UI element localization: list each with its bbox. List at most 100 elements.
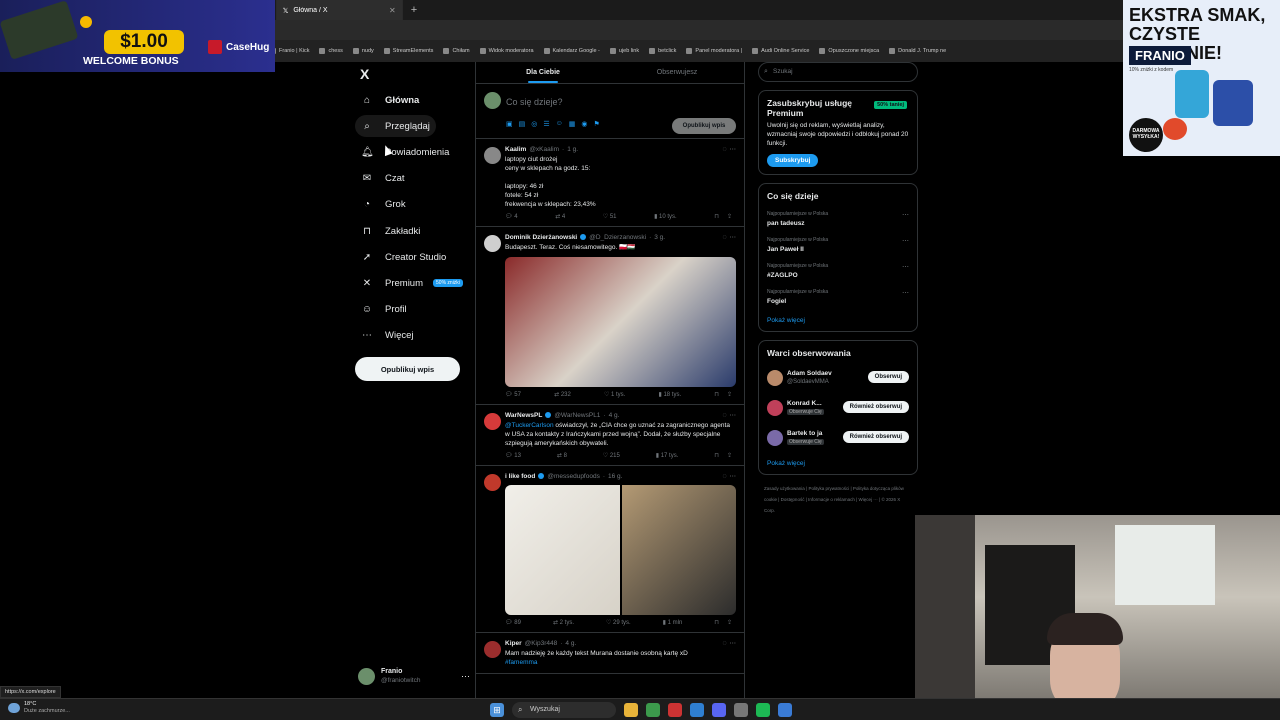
post-more-icon[interactable]: ⋯ <box>730 472 737 480</box>
emoji-icon[interactable]: ☺ <box>556 120 563 128</box>
post-time[interactable]: 16 g. <box>608 473 622 480</box>
grok-icon[interactable]: ◌ <box>722 640 726 647</box>
views-button[interactable]: ▮ 17 tys. <box>656 452 679 459</box>
repost-button[interactable]: ⇄ 8 <box>557 452 567 459</box>
trends-show-more-link[interactable]: Pokaż więcej <box>767 317 909 324</box>
trend-more-icon[interactable]: ⋯ <box>902 263 909 271</box>
like-button[interactable]: ♡ 1 tys. <box>604 391 625 398</box>
repost-button[interactable]: ⇄ 232 <box>554 391 571 398</box>
post-time[interactable]: 4 g. <box>609 412 620 419</box>
post-author-name[interactable]: Dominik Dzierżanowski <box>505 234 577 241</box>
share-icon[interactable]: ⇪ <box>727 452 732 459</box>
browser-tab[interactable]: 𝕏 Główna / X ✕ <box>276 0 403 20</box>
share-icon[interactable]: ⇪ <box>727 391 732 398</box>
post-author-name[interactable]: Kaalim <box>505 146 526 153</box>
trend-more-icon[interactable]: ⋯ <box>902 211 909 219</box>
chrome-icon[interactable] <box>646 703 660 717</box>
sidebar-item-x[interactable]: ✕ Premium 50% zniżki <box>355 272 469 294</box>
post-more-icon[interactable]: ⋯ <box>730 145 737 153</box>
follow-suggestion[interactable]: Bartek to ja Obserwuje Cię Również obserwu… <box>767 428 909 448</box>
app-icon[interactable] <box>690 703 704 717</box>
bookmark-icon[interactable]: ⊓ <box>714 213 719 220</box>
post-author-handle[interactable]: @D_Dzierzanowski <box>589 234 646 241</box>
app-icon[interactable] <box>668 703 682 717</box>
sidebar-item-home[interactable]: ⌂ Główna <box>355 89 425 111</box>
like-button[interactable]: ♡ 51 <box>603 213 617 220</box>
reply-button[interactable]: 💬︎ 13 <box>505 452 521 459</box>
bookmark-item[interactable]: Audi Online Service <box>752 48 809 54</box>
bookmark-item[interactable]: Kalendarz Google - <box>543 48 600 54</box>
post-author-handle[interactable]: @Kip3r448 <box>525 640 558 647</box>
x-logo-icon[interactable]: X <box>360 66 369 82</box>
post-author-name[interactable]: WarNewsPL <box>505 412 542 419</box>
like-button[interactable]: ♡ 215 <box>603 452 620 459</box>
follow-button[interactable]: Obserwuj <box>867 371 909 383</box>
bookmark-item[interactable]: Opuszczone miejsca <box>819 48 879 54</box>
bookmark-icon[interactable]: ⊓ <box>714 391 719 398</box>
reply-button[interactable]: 💬︎ 89 <box>505 619 521 626</box>
post-button[interactable]: Opublikuj wpis <box>355 357 460 381</box>
post-more-icon[interactable]: ⋯ <box>730 233 737 241</box>
flag-icon[interactable]: ⚑ <box>594 120 600 128</box>
avatar[interactable] <box>484 235 501 252</box>
gif-icon[interactable]: ▤ <box>519 120 526 128</box>
trend-item[interactable]: Najpopularniejsze w Polska pan tadeusz ⋯ <box>767 211 909 227</box>
post-media[interactable] <box>505 485 736 615</box>
bookmark-item[interactable]: Donald J. Trump ne <box>889 48 946 54</box>
poll-icon[interactable]: ☰ <box>543 120 549 128</box>
avatar[interactable] <box>767 430 783 446</box>
compose-post-button[interactable]: Opublikuj wpis <box>672 118 736 134</box>
bookmark-item[interactable]: ujeb link <box>609 48 639 54</box>
tab-for-you[interactable]: Dla Ciebie <box>476 62 610 83</box>
feed-post[interactable]: i like food @messedupfoods · 16 g. ◌ ⋯ 💬︎ 89 ⇄ … <box>476 466 744 633</box>
feed-post[interactable]: WarNewsPL @WarNewsPL1 · 4 g. ◌ ⋯ @TuckerCarlso… <box>476 405 744 466</box>
bookmark-icon[interactable]: ⊓ <box>714 452 719 459</box>
tab-following[interactable]: Obserwujesz <box>610 62 744 83</box>
follow-button[interactable]: Również obserwuj <box>842 431 909 443</box>
who-to-follow-show-more-link[interactable]: Pokaż więcej <box>767 460 909 467</box>
like-button[interactable]: ♡ 29 tys. <box>606 619 631 626</box>
avatar[interactable] <box>767 400 783 416</box>
spotify-icon[interactable] <box>756 703 770 717</box>
post-image[interactable] <box>505 257 736 387</box>
bookmark-icon[interactable]: ⊓ <box>714 619 719 626</box>
views-button[interactable]: ▮ 1 mln <box>663 619 683 626</box>
notepad-icon[interactable] <box>778 703 792 717</box>
avatar[interactable] <box>767 370 783 386</box>
post-author-handle[interactable]: @messedupfoods <box>547 473 600 480</box>
bookmark-item[interactable]: Widok moderatora <box>479 48 534 54</box>
compose-input[interactable]: Co się dzieje? <box>506 97 563 107</box>
post-author-name[interactable]: Kiper <box>505 640 522 647</box>
sidebar-item-rocket[interactable]: ➚ Creator Studio <box>355 246 452 268</box>
sidebar-item-search[interactable]: ⌕ Przeglądaj <box>355 115 436 138</box>
avatar[interactable] <box>484 147 501 164</box>
bookmark-item[interactable]: StreamElements <box>383 48 433 54</box>
grok-icon[interactable]: ◌ <box>722 146 726 153</box>
post-author-handle[interactable]: @WarNewsPL1 <box>554 412 600 419</box>
trend-item[interactable]: Najpopularniejsze w Polska Jan Paweł II ⋯ <box>767 237 909 253</box>
feed-post[interactable]: Dominik Dzierżanowski @D_Dzierzanowski · 3 … <box>476 227 744 405</box>
discord-icon[interactable] <box>712 703 726 717</box>
more-options-icon[interactable]: ⋯ <box>461 671 470 682</box>
post-image[interactable] <box>505 485 620 615</box>
post-more-icon[interactable]: ⋯ <box>730 411 737 419</box>
windows-start-icon[interactable]: ⊞ <box>490 703 504 717</box>
follow-suggestion[interactable]: Konrad K... Obserwuje Cię Również obserwuj <box>767 398 909 418</box>
follow-suggestion[interactable]: Adam Soldaev @SoldaevMMA Obserwuj <box>767 368 909 388</box>
bookmark-item[interactable]: Franio | Kick <box>270 48 309 54</box>
search-input[interactable]: Szukaj <box>758 62 918 82</box>
sidebar-item-mail[interactable]: ✉ Czat <box>355 168 411 190</box>
reply-button[interactable]: 💬︎ 4 <box>505 213 518 220</box>
new-tab-button[interactable]: + <box>403 4 425 16</box>
post-author-name[interactable]: i like food <box>505 473 535 480</box>
post-image[interactable] <box>621 485 736 615</box>
tab-close-icon[interactable]: ✕ <box>389 6 396 15</box>
trend-item[interactable]: Najpopularniejsze w Polska #ZAGLPO ⋯ <box>767 263 909 279</box>
trend-more-icon[interactable]: ⋯ <box>902 237 909 245</box>
location-icon[interactable]: ◉ <box>581 120 587 128</box>
views-button[interactable]: ▮ 18 tys. <box>658 391 681 398</box>
grok-icon[interactable]: ◌ <box>722 412 726 419</box>
avatar[interactable] <box>484 474 501 491</box>
trend-more-icon[interactable]: ⋯ <box>902 289 909 297</box>
sidebar-item-grok[interactable]: ◔ Grok <box>355 194 412 216</box>
